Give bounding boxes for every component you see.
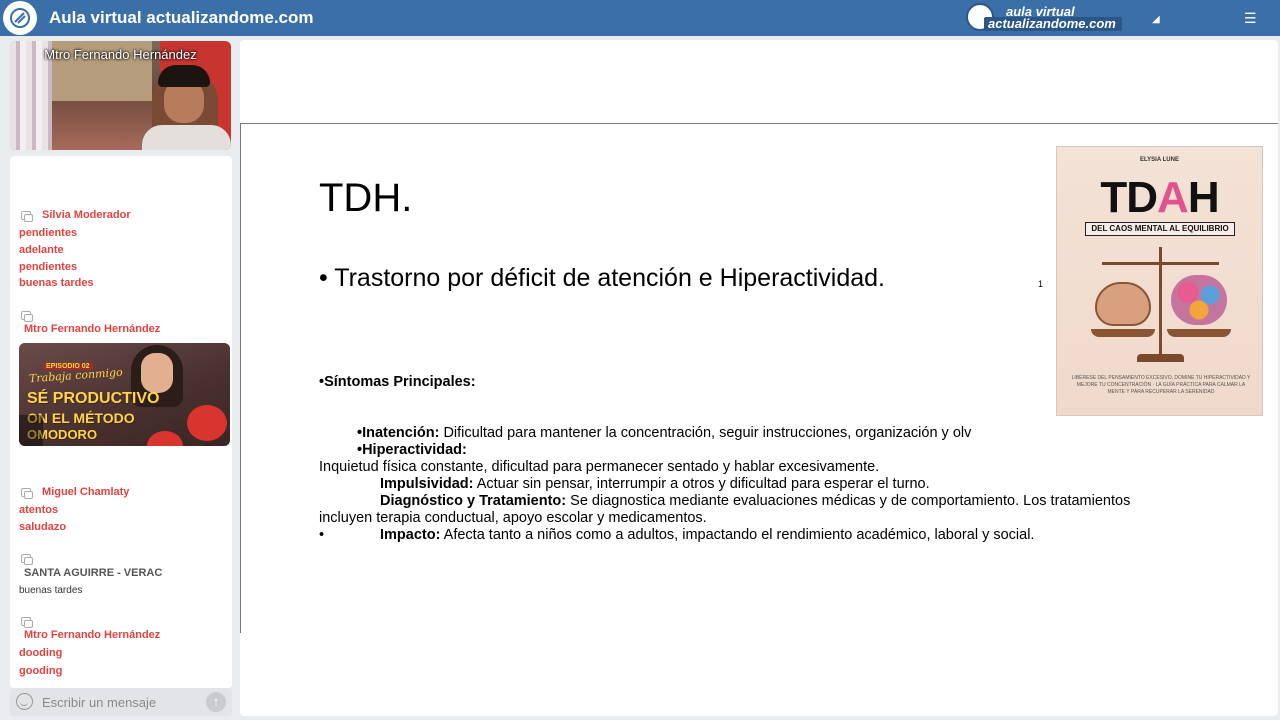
scale-pan bbox=[1091, 329, 1155, 337]
chat-line: pendientes bbox=[19, 261, 78, 273]
chat-panel: Silvia Moderador pendientes adelante pen… bbox=[10, 156, 232, 688]
book-author: ELYSIA LUNE bbox=[1140, 157, 1179, 163]
brain-icon bbox=[1095, 282, 1151, 326]
copy-icon[interactable] bbox=[21, 211, 33, 222]
chat-username: Silvia Moderador bbox=[42, 209, 131, 221]
top-bar: Aula virtual actualizandome.com aula vir… bbox=[0, 0, 1280, 36]
app-title: Aula virtual actualizandome.com bbox=[49, 8, 314, 27]
scale-base bbox=[1137, 354, 1184, 362]
thumbnail-person-face bbox=[141, 353, 173, 393]
copy-icon[interactable] bbox=[21, 617, 33, 628]
scale-pan bbox=[1167, 329, 1231, 337]
presenter-shirt bbox=[142, 125, 231, 150]
presenter-hair bbox=[158, 65, 210, 87]
chat-line: pendientes bbox=[19, 227, 78, 239]
book-cover: ELYSIA LUNE TDAH DEL CAOS MENTAL AL EQUI… bbox=[1056, 146, 1263, 416]
chat-line: buenas tardes bbox=[19, 585, 83, 596]
video-thumbnail[interactable]: EPISODIO 02 Trabaja conmigo SÉ PRODUCTIV… bbox=[19, 343, 230, 446]
diagnostico-cont: incluyen terapia conductual, apoyo escol… bbox=[319, 510, 707, 526]
chat-username: Miguel Chamlaty bbox=[42, 486, 130, 498]
chat-username: SANTA AGUIRRE - VERAC bbox=[24, 567, 163, 579]
symptom-hiperactividad-text: Inquietud física constante, dificultad p… bbox=[319, 459, 880, 475]
slide-footnote: 1 bbox=[1038, 279, 1044, 289]
app-logo-icon[interactable] bbox=[3, 1, 37, 35]
brand-logo-bottom: actualizandome.com bbox=[984, 17, 1122, 31]
sidebar: Mtro Fernando Hernández Silvia Moderador… bbox=[4, 36, 236, 720]
thumbnail-title-2: ON EL MÉTODO bbox=[27, 410, 135, 426]
book-title: TDAH bbox=[1100, 173, 1219, 222]
impacto-bullet: • bbox=[319, 527, 325, 543]
book-blurb: LIBÉRESE DEL PENSAMIENTO EXCESIVO, DOMIN… bbox=[1071, 375, 1251, 395]
slide-heading: •Síntomas Principales: bbox=[319, 374, 476, 390]
chat-username: Mtro Fernando Hernández bbox=[24, 629, 161, 641]
chat-line: dooding bbox=[19, 647, 63, 659]
copy-icon[interactable] bbox=[21, 554, 33, 565]
chat-line: adelante bbox=[19, 244, 64, 256]
presenter-video[interactable]: Mtro Fernando Hernández bbox=[10, 41, 231, 150]
presenter-name: Mtro Fernando Hernández bbox=[44, 47, 197, 62]
brand-logo: aula virtual actualizandome.com bbox=[966, 3, 1130, 31]
flowers-icon bbox=[1171, 275, 1227, 325]
collapse-icon[interactable]: ◢ bbox=[1152, 14, 1160, 25]
copy-icon[interactable] bbox=[21, 311, 33, 322]
symptom-inatencion: •Inatención: Dificultad para mantener la… bbox=[357, 425, 972, 441]
scale-beam bbox=[1102, 262, 1219, 265]
diagnostico: Diagnóstico y Tratamiento: Se diagnostic… bbox=[380, 493, 1131, 509]
slide-bullet: • Trastorno por déficit de atención e Hi… bbox=[319, 264, 886, 292]
chat-username: Mtro Fernando Hernández bbox=[24, 323, 161, 335]
copy-icon[interactable] bbox=[21, 488, 33, 499]
thumbnail-overlay bbox=[19, 415, 43, 446]
tomato-icon bbox=[187, 405, 227, 441]
chat-line: saludazo bbox=[19, 521, 67, 533]
slide-title: TDH. bbox=[319, 176, 413, 220]
impacto: Impacto: Afecta tanto a niños como a adu… bbox=[380, 527, 1035, 543]
send-icon[interactable]: ↑ bbox=[206, 692, 226, 712]
thumbnail-title: SÉ PRODUCTIVO bbox=[27, 390, 160, 407]
message-composer: ↑ bbox=[10, 688, 232, 716]
chat-line: buenas tardes bbox=[19, 277, 94, 289]
book-subtitle: DEL CAOS MENTAL AL EQUILIBRIO bbox=[1085, 222, 1235, 236]
presentation-slide: TDH. • Trastorno por déficit de atención… bbox=[240, 123, 1278, 633]
message-input[interactable] bbox=[42, 695, 192, 710]
chat-line: gooding bbox=[19, 665, 63, 677]
chat-line: atentos bbox=[19, 504, 59, 516]
symptom-impulsividad: Impulsividad: Actuar sin pensar, interru… bbox=[380, 476, 930, 492]
menu-icon[interactable]: ☰ bbox=[1244, 10, 1257, 27]
emoji-icon[interactable] bbox=[16, 693, 33, 710]
symptom-hiperactividad-label: •Hiperactividad: bbox=[357, 442, 467, 458]
